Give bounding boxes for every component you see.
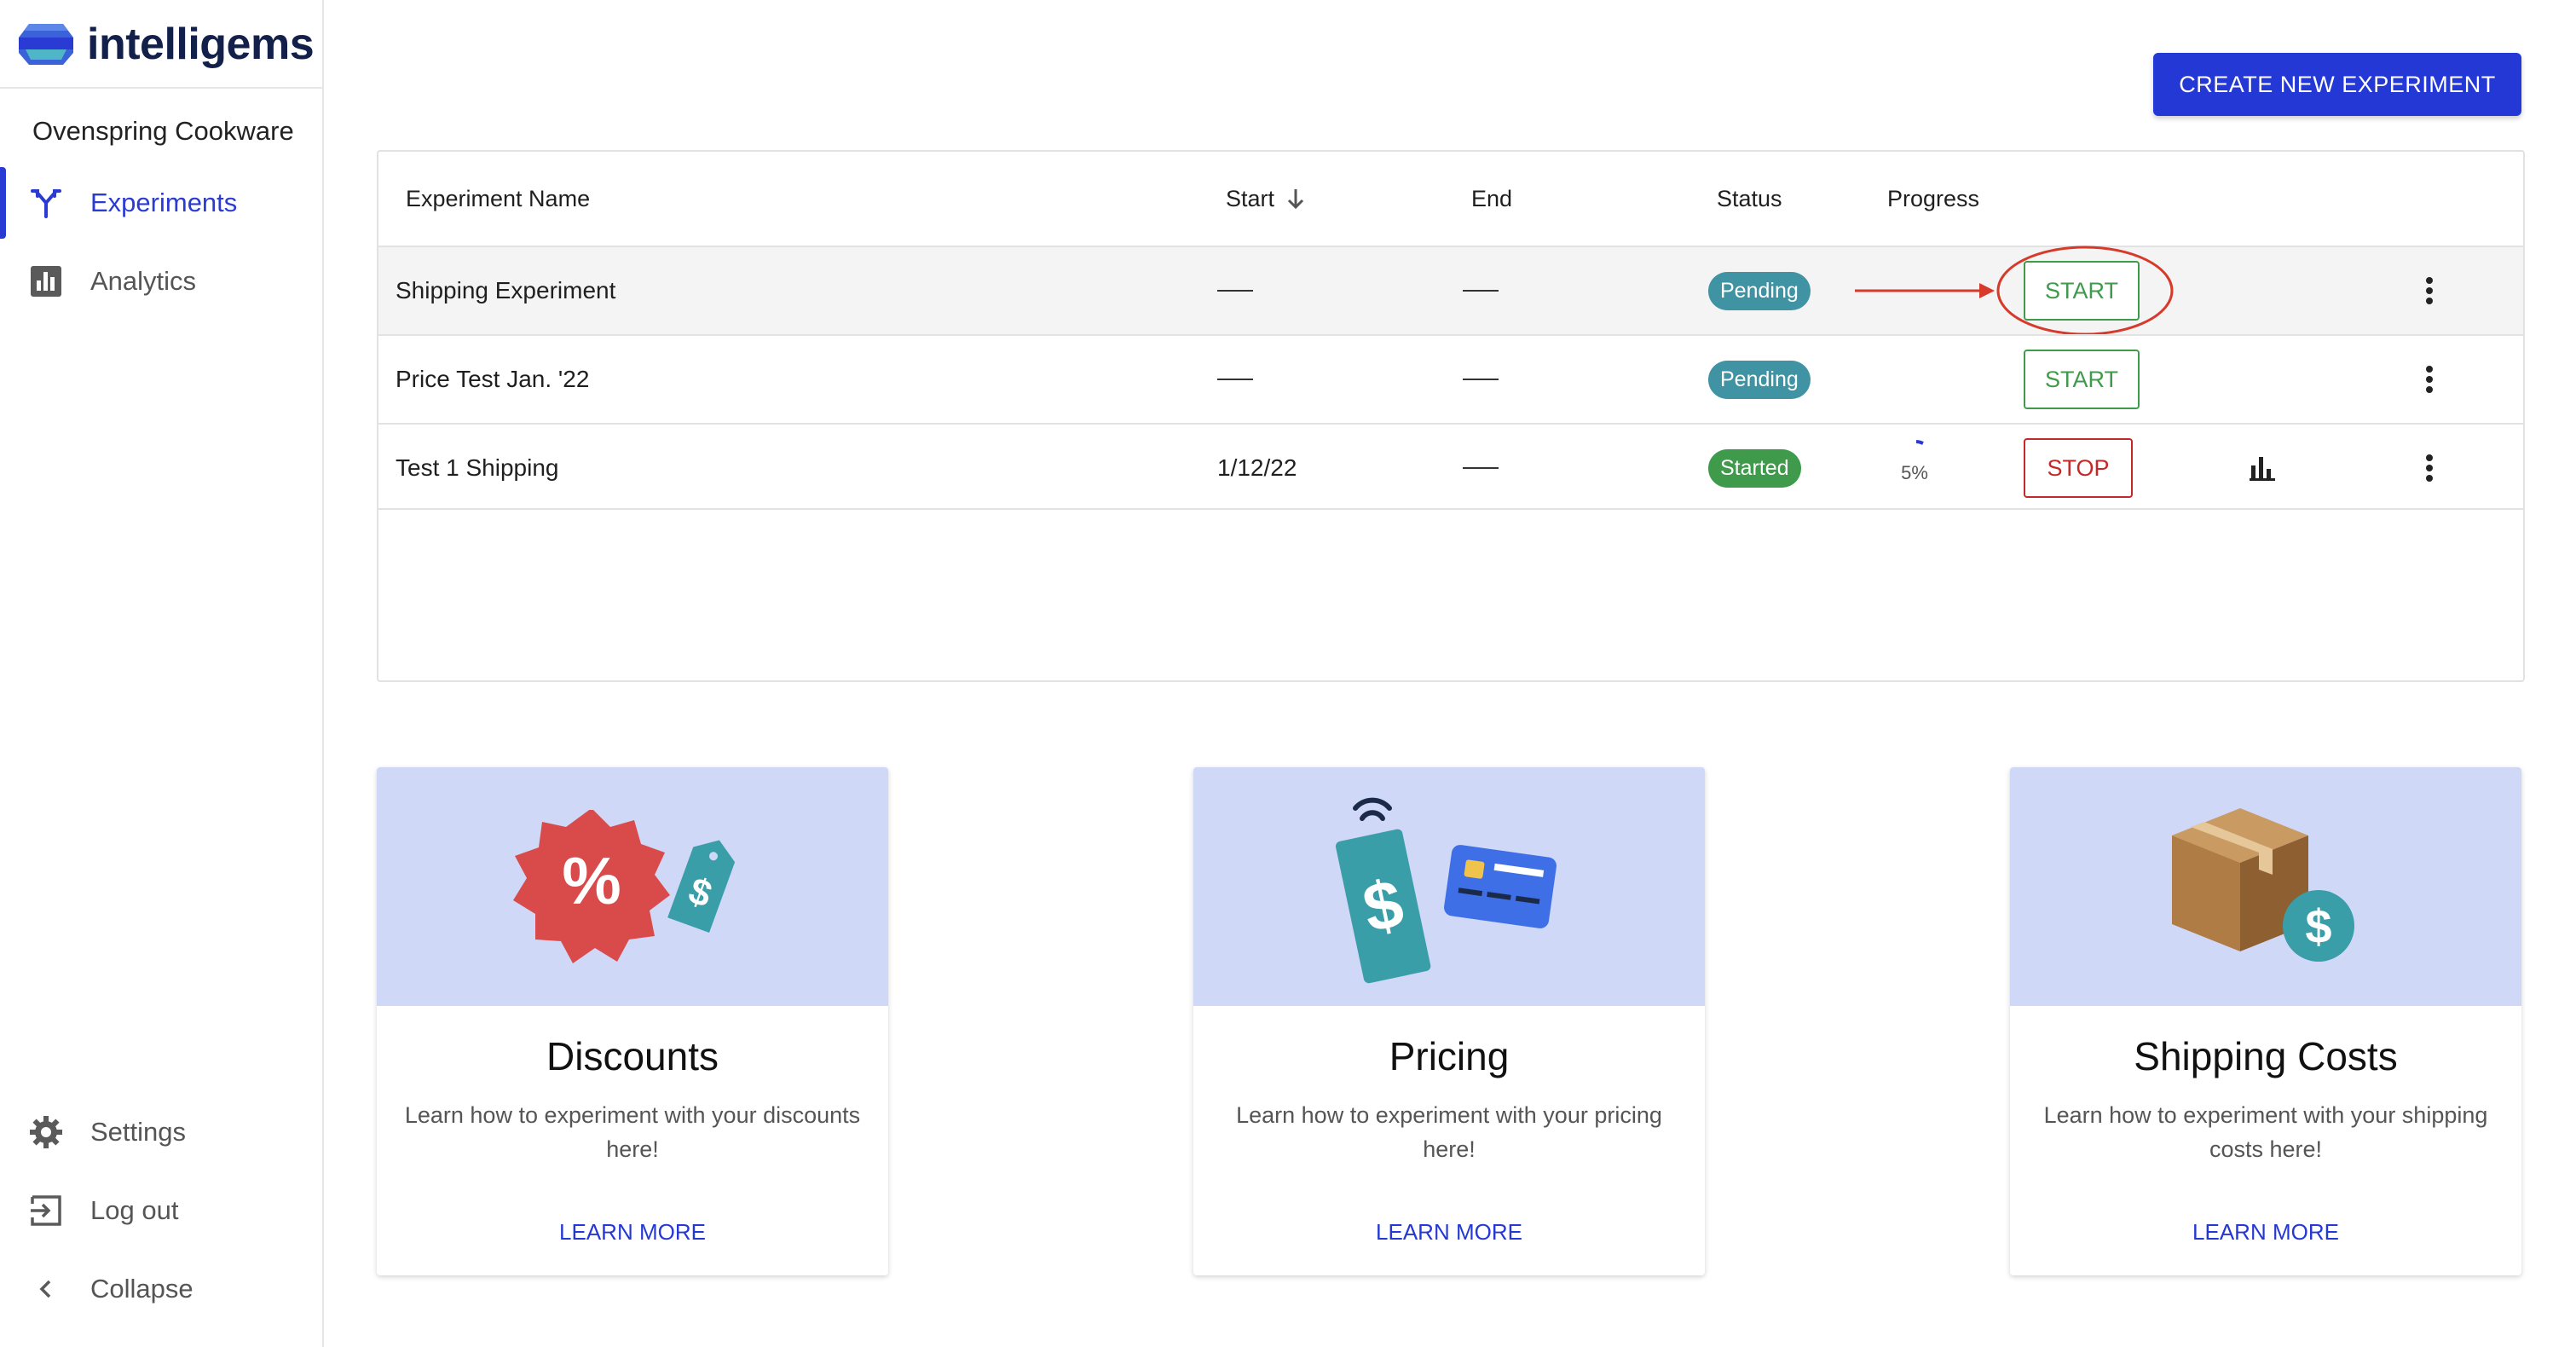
- experiments-table: Experiment Name Start End Status Progres…: [377, 150, 2525, 682]
- column-header-status[interactable]: Status: [1717, 152, 1782, 246]
- annotation-arrow: [1855, 283, 1995, 298]
- card-description: Learn how to experiment with your shippi…: [2043, 1102, 2488, 1162]
- shipping-box-icon: $: [2172, 808, 2354, 962]
- card-illustration: $: [1193, 767, 1705, 1006]
- learn-more-link[interactable]: LEARN MORE: [2010, 1219, 2521, 1246]
- table-row[interactable]: Test 1 Shipping 1/12/22 Started 5% STOP: [378, 423, 2523, 512]
- more-options-icon[interactable]: [2412, 425, 2446, 512]
- experiment-name[interactable]: Test 1 Shipping: [396, 425, 558, 512]
- card-title: Discounts: [546, 1034, 719, 1078]
- store-name: Ovenspring Cookware: [32, 116, 294, 146]
- sidebar-item-experiments[interactable]: Experiments: [0, 167, 322, 239]
- bar-chart-icon[interactable]: [2245, 425, 2279, 512]
- stop-button[interactable]: STOP: [2024, 438, 2133, 498]
- sidebar-item-collapse[interactable]: Collapse: [0, 1253, 322, 1325]
- sidebar: intelligems Ovenspring Cookware Experime…: [0, 0, 324, 1347]
- start-date: 1/12/22: [1217, 454, 1297, 481]
- status-badge: Pending: [1708, 271, 1811, 310]
- card-illustration: $: [2010, 767, 2521, 1006]
- experiment-name[interactable]: Price Test Jan. '22: [396, 336, 589, 423]
- sidebar-item-settings[interactable]: Settings: [0, 1096, 322, 1168]
- start-button[interactable]: START: [2024, 261, 2140, 321]
- sidebar-item-analytics[interactable]: Analytics: [0, 246, 322, 317]
- intelligems-logo-icon: [19, 24, 73, 65]
- table-row[interactable]: Price Test Jan. '22 Pending START: [378, 334, 2523, 423]
- sidebar-item-label: Analytics: [90, 266, 197, 296]
- start-date-empty: [1217, 247, 1253, 334]
- more-options-icon[interactable]: [2412, 336, 2446, 423]
- card-description: Learn how to experiment with your pricin…: [1236, 1102, 1662, 1162]
- sidebar-item-label: Settings: [90, 1117, 187, 1147]
- card-pricing: $ Pricing Learn how to experiment with y…: [1193, 767, 1705, 1275]
- table-row[interactable]: Shipping Experiment Pending START: [378, 246, 2523, 336]
- column-header-label: Start: [1226, 185, 1275, 211]
- learn-more-link[interactable]: LEARN MORE: [377, 1219, 888, 1246]
- sidebar-item-logout[interactable]: Log out: [0, 1175, 322, 1246]
- card-illustration: % $: [377, 767, 888, 1006]
- brand-name: intelligems: [87, 20, 315, 69]
- end-date-empty: [1463, 247, 1499, 334]
- pricing-tag-card-icon: $: [1335, 797, 1557, 984]
- status-cell: Started: [1708, 425, 1801, 512]
- experiments-branch-icon: [27, 184, 65, 222]
- sidebar-divider: [0, 87, 322, 89]
- svg-text:$: $: [2305, 899, 2331, 953]
- gear-icon: [27, 1113, 65, 1151]
- sidebar-item-label: Log out: [90, 1195, 179, 1225]
- analytics-chart-icon: [27, 263, 65, 300]
- sidebar-item-label: Experiments: [90, 188, 238, 217]
- status-badge: Started: [1708, 448, 1801, 488]
- progress-indicator: 5%: [1884, 430, 1945, 506]
- progress-value: 5%: [1901, 462, 1928, 483]
- discount-badge-icon: % $: [513, 810, 736, 963]
- status-cell: Pending: [1708, 336, 1811, 423]
- create-experiment-button[interactable]: CREATE NEW EXPERIMENT: [2153, 53, 2521, 116]
- start-button[interactable]: START: [2024, 350, 2140, 409]
- more-options-icon[interactable]: [2412, 247, 2446, 334]
- experiment-name[interactable]: Shipping Experiment: [396, 247, 615, 334]
- column-header-start[interactable]: Start: [1226, 152, 1308, 246]
- logout-icon: [27, 1192, 65, 1229]
- sidebar-item-label: Collapse: [90, 1274, 193, 1304]
- card-shipping-costs: $ Shipping Costs Learn how to experiment…: [2010, 767, 2521, 1275]
- learn-more-link[interactable]: LEARN MORE: [1193, 1219, 1705, 1246]
- card-description: Learn how to experiment with your discou…: [404, 1102, 861, 1162]
- status-cell: Pending: [1708, 247, 1811, 334]
- column-header-name[interactable]: Experiment Name: [406, 152, 590, 246]
- column-header-progress[interactable]: Progress: [1887, 152, 1979, 246]
- chevron-left-icon: [27, 1270, 65, 1308]
- status-badge: Pending: [1708, 360, 1811, 399]
- column-header-end[interactable]: End: [1471, 152, 1512, 246]
- end-date-empty: [1463, 336, 1499, 423]
- svg-text:%: %: [562, 843, 621, 918]
- start-date-empty: [1217, 336, 1253, 423]
- logo[interactable]: intelligems: [17, 17, 315, 72]
- card-title: Pricing: [1389, 1034, 1510, 1078]
- end-date-empty: [1463, 425, 1499, 512]
- card-title: Shipping Costs: [2134, 1034, 2398, 1078]
- card-discounts: % $ Discounts Learn how to experiment wi…: [377, 767, 888, 1275]
- table-divider: [378, 508, 2523, 510]
- sort-arrow-down-icon: [1287, 189, 1304, 210]
